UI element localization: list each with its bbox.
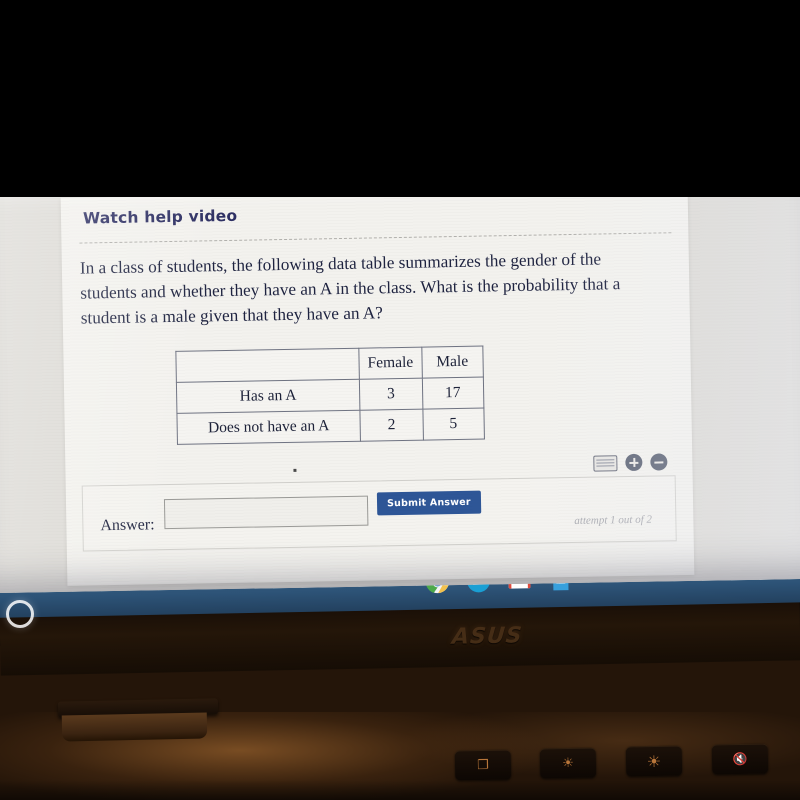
row-label-no-a: Does not have an A bbox=[176, 410, 361, 445]
brightness-down-key[interactable]: ☀ bbox=[539, 747, 597, 779]
bottom-shadow bbox=[0, 780, 800, 800]
table-corner-cell bbox=[175, 348, 360, 383]
divider bbox=[79, 232, 672, 244]
zoom-out-icon[interactable] bbox=[650, 453, 668, 471]
column-header-female: Female bbox=[358, 347, 422, 380]
overview-key-glyph: ❐ bbox=[477, 757, 489, 773]
keyboard-icon[interactable] bbox=[593, 454, 618, 472]
zoom-in-icon[interactable] bbox=[625, 453, 643, 472]
question-text: In a class of students, the following da… bbox=[79, 249, 621, 328]
brightness-up-key[interactable]: ☀ bbox=[625, 745, 683, 777]
mute-key-glyph: 🔇 bbox=[732, 751, 748, 767]
brightness-up-key-glyph: ☀ bbox=[646, 751, 662, 771]
answer-tools bbox=[593, 453, 668, 472]
cell-has-a-male: 17 bbox=[421, 377, 484, 410]
stray-mark bbox=[293, 468, 297, 472]
answer-label: Answer: bbox=[100, 516, 155, 535]
photo-of-laptop-screen: ASUS ❐ ☀ ☀ 🔇 Watch help video In a class… bbox=[0, 0, 800, 800]
row-label-has-an-a: Has an A bbox=[176, 379, 360, 414]
lid-latch bbox=[61, 712, 208, 742]
watch-help-video-link[interactable]: Watch help video bbox=[83, 207, 238, 228]
submit-answer-button[interactable]: Submit Answer bbox=[376, 490, 481, 516]
mute-key[interactable]: 🔇 bbox=[711, 743, 769, 775]
cell-has-a-female: 3 bbox=[359, 378, 423, 411]
table-row: Does not have an A 2 5 bbox=[176, 408, 485, 445]
brightness-down-key-glyph: ☀ bbox=[562, 755, 574, 771]
laptop-screen: Watch help video In a class of students,… bbox=[0, 178, 800, 594]
black-border-top bbox=[0, 0, 800, 197]
data-table: Female Male Has an A 3 17 Does not have … bbox=[175, 346, 485, 445]
overview-key[interactable]: ❐ bbox=[454, 749, 512, 781]
column-header-male: Male bbox=[421, 346, 483, 379]
question-card: Watch help video In a class of students,… bbox=[60, 186, 695, 586]
cell-no-a-male: 5 bbox=[422, 408, 485, 441]
attempt-counter: attempt 1 out of 2 bbox=[574, 513, 653, 527]
asus-brand-logo: ASUS bbox=[450, 623, 524, 650]
cell-no-a-female: 2 bbox=[359, 409, 424, 442]
answer-input[interactable] bbox=[163, 495, 369, 530]
